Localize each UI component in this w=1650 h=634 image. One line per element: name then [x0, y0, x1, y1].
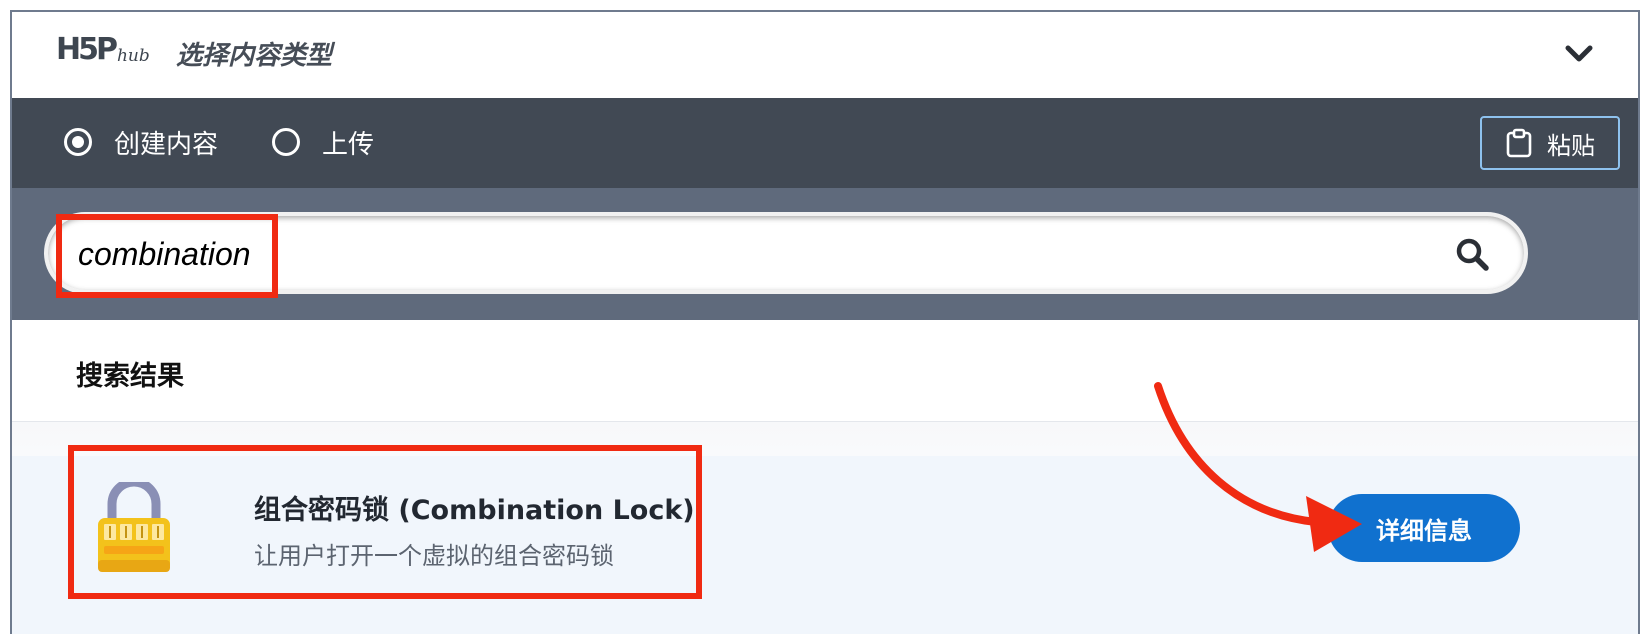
- h5p-hub-logo: H5P hub: [56, 32, 150, 67]
- clipboard-icon: [1506, 128, 1532, 158]
- content-type-title[interactable]: 组合密码锁 (Combination Lock): [254, 488, 695, 527]
- radio-unchecked-icon[interactable]: [272, 128, 300, 156]
- list-spacer: [12, 422, 1638, 456]
- content-type-description: 让用户打开一个虚拟的组合密码锁: [254, 542, 614, 570]
- paste-label: 粘贴: [1547, 132, 1595, 160]
- radio-checked-icon[interactable]: [64, 128, 92, 156]
- search-bar: [12, 188, 1638, 320]
- tab-upload-label: 上传: [322, 129, 375, 160]
- padlock-icon: [98, 482, 170, 572]
- hub-header[interactable]: H5P hub 选择内容类型: [12, 12, 1638, 98]
- chevron-down-icon[interactable]: [1564, 42, 1594, 66]
- search-icon[interactable]: [1454, 236, 1490, 272]
- logo-main-text: H5P: [56, 32, 118, 67]
- paste-button[interactable]: 粘贴: [1480, 116, 1620, 170]
- logo-sub-text: hub: [116, 46, 150, 66]
- h5p-hub: H5P hub 选择内容类型 创建内容 上传 粘贴 combination 搜索…: [10, 10, 1640, 634]
- results-heading: 搜索结果: [12, 320, 1638, 422]
- tab-bar: 创建内容 上传 粘贴: [12, 98, 1638, 188]
- details-button[interactable]: 详细信息: [1328, 494, 1520, 562]
- tab-create-content[interactable]: 创建内容: [64, 122, 218, 162]
- tab-upload[interactable]: 上传: [272, 122, 374, 162]
- tab-create-label: 创建内容: [114, 129, 219, 160]
- results-heading-label: 搜索结果: [76, 361, 184, 392]
- search-field[interactable]: [44, 212, 1528, 294]
- list-item[interactable]: 组合密码锁 (Combination Lock) 让用户打开一个虚拟的组合密码锁…: [12, 445, 1638, 634]
- hub-title: 选择内容类型: [176, 41, 333, 71]
- search-input[interactable]: [78, 230, 1428, 278]
